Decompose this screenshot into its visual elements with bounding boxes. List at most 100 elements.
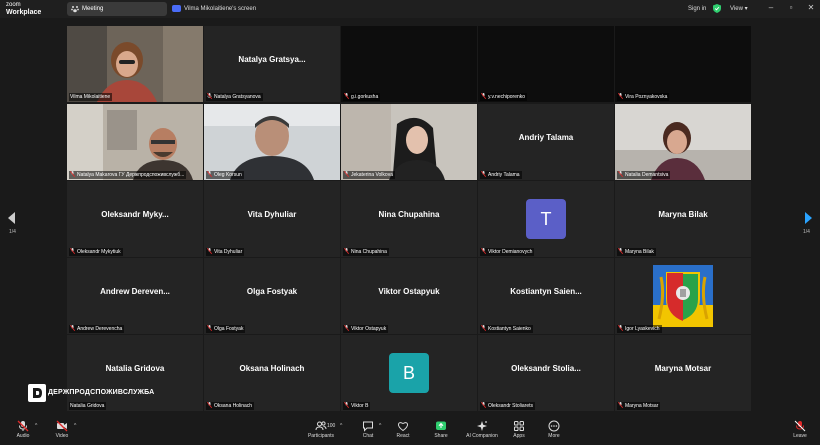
participant-tile[interactable]: Natalya Makarova ГУ Держпродспоживслужб.… <box>67 104 203 180</box>
apps-button[interactable]: Apps <box>511 420 527 444</box>
video-options-chevron-icon[interactable]: ^ <box>74 423 76 429</box>
next-page-arrow-icon[interactable] <box>805 212 812 224</box>
participant-tile[interactable]: Vita Dyhuliar Vita Dyhuliar <box>204 181 340 257</box>
participant-tile[interactable]: Andrew Dereven... Andrew Derevencha <box>67 258 203 334</box>
participant-tile[interactable]: y.v.nechiporenko <box>478 26 614 102</box>
participant-tile[interactable]: Vira Poznyakovska <box>615 26 751 102</box>
chat-button[interactable]: Chat <box>360 420 376 444</box>
previous-page-arrow-icon[interactable] <box>8 212 15 224</box>
participant-tile[interactable]: Andriy Talama Andriy Talama <box>478 104 614 180</box>
participant-name-display: Vita Dyhuliar <box>247 210 297 219</box>
mic-muted-icon <box>207 93 212 99</box>
participant-name-display: Andrew Dereven... <box>100 287 170 296</box>
participant-name-label: Andrew Derevencha <box>69 325 125 333</box>
participant-name-label: Maryna Bilak <box>617 248 656 256</box>
participant-tile[interactable]: Natalya Gratsya... Natalya Gratsyanova <box>204 26 340 102</box>
participant-tile[interactable]: Kostiantyn Saien... Kostiantyn Saienko <box>478 258 614 334</box>
mic-muted-icon <box>344 171 349 177</box>
mic-muted-icon <box>481 93 486 99</box>
avatar: T <box>526 199 566 239</box>
tab-shared-screen[interactable]: Vilma Mikolaitiene's screen <box>172 2 256 16</box>
participant-grid: Vilma Mikolaitiene Natalya Gratsya... Na… <box>67 26 752 414</box>
minimize-button[interactable]: – <box>766 3 776 13</box>
participant-name-label: Andriy Talama <box>480 171 522 179</box>
participant-tile[interactable]: Maryna Motsar Maryna Motsar <box>615 335 751 411</box>
participant-tile[interactable]: Oksana Holinach Oksana Holinach <box>204 335 340 411</box>
mic-muted-icon <box>207 248 212 254</box>
participant-tile[interactable]: Viktor Ostapyuk Viktor Ostapyuk <box>341 258 477 334</box>
mic-muted-icon <box>618 171 623 177</box>
participant-tile[interactable]: Igor Lyaskevich <box>615 258 751 334</box>
more-button[interactable]: More <box>546 420 562 444</box>
participant-name-label: Kostiantyn Saienko <box>480 325 533 333</box>
participant-tile[interactable]: Jekaterina Volkova <box>341 104 477 180</box>
mic-muted-icon <box>207 325 212 331</box>
ai-companion-icon <box>477 421 487 431</box>
participants-label: Participants <box>307 433 335 439</box>
participant-name-label: Viktor B <box>343 402 371 410</box>
participant-name-label: Nina Chupahina <box>343 248 389 256</box>
audio-label: Audio <box>16 433 30 439</box>
watermark-text: ДЕРЖПРОДСПОЖИВСЛУЖБА <box>48 389 155 396</box>
participant-tile[interactable]: Vilma Mikolaitiene <box>67 26 203 102</box>
mic-muted-icon <box>70 248 75 254</box>
participant-tile[interactable]: Nina Chupahina Nina Chupahina <box>341 181 477 257</box>
chat-label: Chat <box>362 433 374 439</box>
participant-video <box>67 26 203 102</box>
coat-of-arms-icon <box>653 265 713 327</box>
react-button[interactable]: React <box>394 420 412 444</box>
share-icon <box>436 421 446 430</box>
maximize-button[interactable]: ▫ <box>786 3 796 13</box>
video-label: Video <box>55 433 69 439</box>
participant-name-label: Oksana Holinach <box>206 402 255 410</box>
chat-icon <box>363 421 373 432</box>
leave-label: Leave <box>793 433 807 439</box>
more-icon <box>548 420 560 432</box>
page-indicator-left: 1/4 <box>9 229 16 235</box>
audio-button[interactable]: Audio <box>12 420 34 444</box>
mic-muted-icon <box>618 402 623 408</box>
page-indicator-right: 1/4 <box>803 229 810 235</box>
chat-options-chevron-icon[interactable]: ^ <box>379 423 381 429</box>
participant-name-display: Oleksandr Stolia... <box>511 364 581 373</box>
participant-tile[interactable]: Natalia Gridova Natalia Gridova <box>67 335 203 411</box>
mic-muted-icon <box>207 402 212 408</box>
participant-name-display: Viktor Ostapyuk <box>378 287 440 296</box>
participants-count: 100 <box>327 423 336 429</box>
share-button[interactable]: Share <box>432 420 450 444</box>
participant-name-display: Oleksandr Myky... <box>101 210 169 219</box>
sign-in-link[interactable]: Sign in <box>688 2 706 16</box>
more-label: More <box>548 433 560 439</box>
audio-options-chevron-icon[interactable]: ^ <box>35 423 37 429</box>
participant-name-label: Viktor Demianovych <box>480 248 535 256</box>
video-button[interactable]: Video <box>52 420 72 444</box>
participant-name-label: Maryna Motsar <box>617 402 661 410</box>
participants-options-chevron-icon[interactable]: ^ <box>340 423 342 429</box>
participant-tile[interactable]: T Viktor Demianovych <box>478 181 614 257</box>
mic-muted-icon <box>481 325 486 331</box>
mic-muted-icon <box>618 93 623 99</box>
participant-name-label: g.i.gorkusha <box>343 93 381 101</box>
participant-tile[interactable]: Oleg Korsun <box>204 104 340 180</box>
view-label: View <box>730 6 743 12</box>
participant-name-label: Oleksandr Stoliarets <box>480 402 536 410</box>
mic-muted-icon <box>618 248 623 254</box>
react-label: React <box>396 433 410 439</box>
participant-tile[interactable]: g.i.gorkusha <box>341 26 477 102</box>
participant-tile[interactable]: Oleksandr Myky... Oleksandr Mykytiuk <box>67 181 203 257</box>
participant-tile[interactable]: Olga Fostyak Olga Fostyak <box>204 258 340 334</box>
participant-tile[interactable]: Oleksandr Stolia... Oleksandr Stoliarets <box>478 335 614 411</box>
meeting-toolbar: Audio ^ Video ^ Participants 100 ^ Chat … <box>0 418 820 445</box>
participant-name-label: Natalia Demantsiva <box>617 171 671 179</box>
participant-name-label: Natalia Gridova <box>69 402 107 410</box>
participant-tile[interactable]: B Viktor B <box>341 335 477 411</box>
zoom-logo: zoom Workplace <box>6 2 41 16</box>
participant-tile[interactable]: Natalia Demantsiva <box>615 104 751 180</box>
view-menu[interactable]: View ▾ <box>730 2 748 16</box>
leave-button[interactable]: Leave <box>792 420 808 444</box>
close-button[interactable]: ✕ <box>806 3 816 13</box>
participant-name-label: Vilma Mikolaitiene <box>69 93 113 101</box>
tab-meeting[interactable]: Meeting <box>67 2 167 16</box>
ai-companion-button[interactable]: AI Companion <box>463 420 501 444</box>
participant-tile[interactable]: Maryna Bilak Maryna Bilak <box>615 181 751 257</box>
